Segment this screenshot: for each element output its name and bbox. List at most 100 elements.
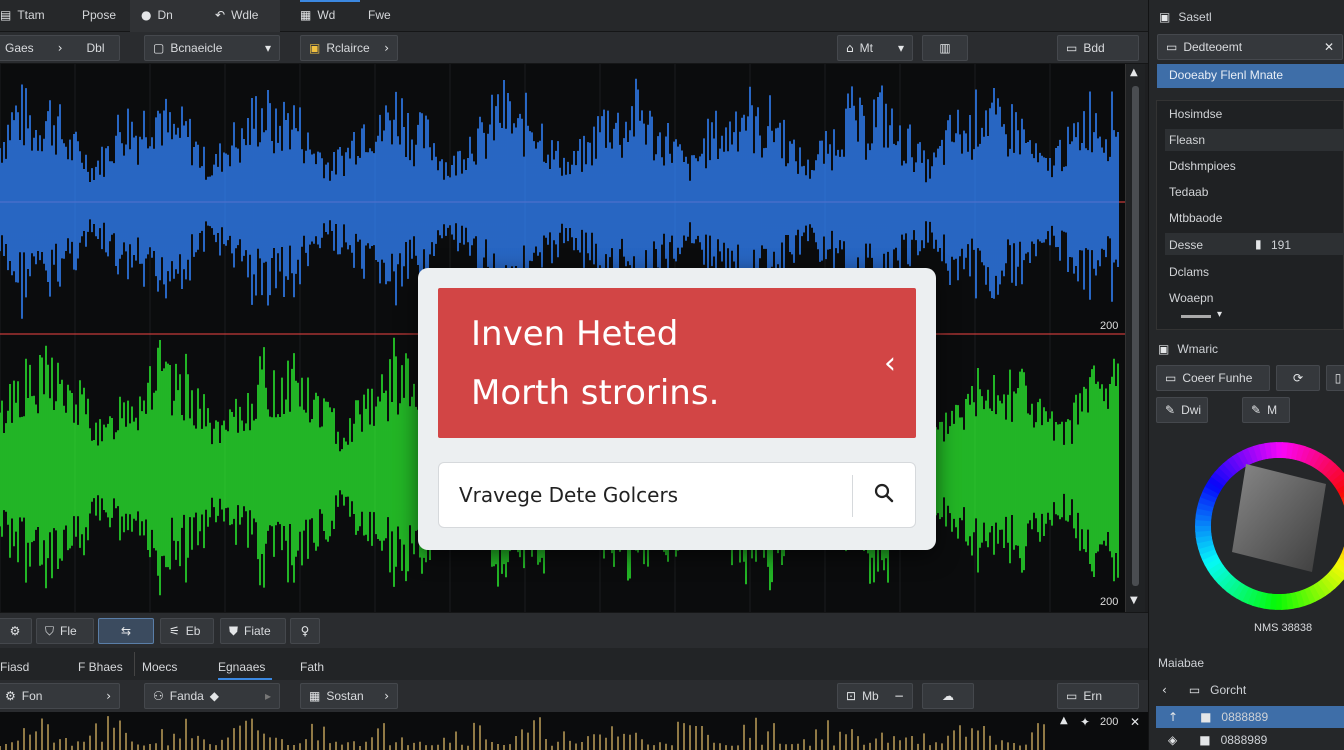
minus-icon: −: [893, 689, 904, 703]
menu-wd[interactable]: ▦ Wd: [300, 4, 335, 26]
square-icon: ▢: [153, 41, 165, 55]
chevron-left-icon[interactable]: ‹: [1162, 684, 1167, 696]
slider-handle-icon[interactable]: ▾: [1217, 310, 1222, 320]
scale-label-top: 200: [1100, 320, 1119, 332]
trash-icon: ▯: [1334, 371, 1342, 385]
chevron-right-icon: ›: [384, 41, 389, 55]
dialog-banner: Inven Heted Morth strorins. ‹: [438, 288, 916, 438]
edit-m-button[interactable]: ✎ M: [1242, 397, 1290, 423]
transport-fiate-button[interactable]: ⛊ Fiate: [220, 618, 286, 644]
slider-track[interactable]: [1181, 315, 1211, 318]
users-icon: ⚇: [153, 689, 164, 703]
up-arrow-icon: ↑: [1168, 710, 1179, 724]
asset-row-selected[interactable]: ↑ ■ 0888889: [1156, 706, 1344, 728]
refresh-button[interactable]: ⟳: [1276, 365, 1320, 391]
gear-icon: ⚙: [5, 689, 16, 703]
mini-waveform-path: [0, 716, 1045, 750]
right-panel-search[interactable]: ▭ Dedteoemt ✕: [1157, 34, 1343, 60]
transport-eb-button[interactable]: ⚟ Eb: [160, 618, 214, 644]
transport-mic-button[interactable]: ♀: [290, 618, 320, 644]
crop-icon: ⊡: [846, 689, 857, 703]
menu-file[interactable]: ▤ Ttam: [0, 4, 45, 26]
menu-dn[interactable]: ● Dn: [141, 4, 173, 26]
scroll-down-icon[interactable]: ▼: [1130, 596, 1138, 606]
mini-waveform[interactable]: ▲ ✦ 200 ✕: [0, 712, 1148, 750]
close-icon[interactable]: ✕: [1130, 716, 1140, 728]
transport-loop-button[interactable]: ⇆: [98, 618, 154, 644]
list-item[interactable]: Hosimdse: [1169, 107, 1222, 121]
panel-icon: ▣: [1159, 10, 1171, 24]
toolbar-view-dropdown[interactable]: ⌂ Mt ▾: [837, 35, 913, 61]
toolbar-gaes-button[interactable]: Gaes › Dbl: [0, 35, 120, 61]
up-arrow-icon[interactable]: ▲: [1060, 716, 1068, 726]
bottom-cloud-button[interactable]: ☁: [922, 683, 974, 709]
dialog-search-field[interactable]: Vravege Dete Golcers: [438, 462, 916, 528]
cloud-upload-icon: ☁: [942, 689, 954, 703]
menu-ppose[interactable]: Ppose: [82, 4, 116, 26]
list-item[interactable]: Tedaab: [1169, 185, 1208, 199]
doc-icon: ▣: [1158, 342, 1170, 356]
edit-dwi-button[interactable]: ✎ Dwi: [1156, 397, 1208, 423]
scroll-thumb[interactable]: [1132, 86, 1139, 586]
bottom-ern-button[interactable]: ▭ Ern: [1057, 683, 1139, 709]
close-icon[interactable]: ✕: [1324, 41, 1334, 53]
section-maiabae: Maiabae: [1158, 656, 1205, 670]
list-item[interactable]: Fleasn: [1169, 133, 1205, 147]
nav-row[interactable]: ‹ ▭ Gorcht: [1156, 678, 1344, 702]
list-item[interactable]: Mtbbaode: [1169, 211, 1222, 225]
list-item[interactable]: Dclams: [1169, 265, 1209, 279]
list-item[interactable]: Desse: [1169, 238, 1203, 252]
bottom-go-button[interactable]: ▦ Sostan ›: [300, 683, 398, 709]
refresh-icon: ⟳: [1292, 371, 1304, 385]
color-readout: NMS 38838: [1254, 622, 1313, 634]
transport-bar: ⚙ ⛉ Fle ⇆ ⚟ Eb ⛊ Fiate ♀: [0, 612, 1148, 648]
color-funhe-button[interactable]: ▭ Coeer Funhe: [1156, 365, 1270, 391]
doc-icon: ▮: [1255, 237, 1262, 251]
square-icon: ■: [1199, 733, 1211, 747]
window-icon: ▭: [1066, 689, 1078, 703]
toolbar-dropdown[interactable]: ▢ Bcnaeicle ▾: [144, 35, 280, 61]
list-item[interactable]: Ddshmpioes: [1169, 159, 1236, 173]
transport-settings-button[interactable]: ⚙: [0, 618, 32, 644]
square-icon: ■: [1200, 710, 1212, 724]
sliders-icon: ⚟: [169, 624, 180, 638]
transport-file-button[interactable]: ⛉ Fle: [36, 618, 94, 644]
asset-row[interactable]: ◈ ■ 0888989: [1156, 730, 1344, 750]
caret-down-icon: ▾: [264, 41, 271, 55]
mini-scale-label: 200: [1100, 716, 1119, 728]
toolbar-panel-button[interactable]: ▥: [922, 35, 968, 61]
gear-icon: ⚙: [9, 624, 21, 638]
scroll-up-icon[interactable]: ▲: [1130, 68, 1138, 78]
home-icon: ⌂: [846, 41, 854, 55]
trash-button[interactable]: ▯: [1326, 365, 1344, 391]
bottom-menu-egnaaes[interactable]: Egnaaes: [218, 656, 265, 678]
window-icon: ▭: [1066, 41, 1078, 55]
chevron-left-icon[interactable]: ‹: [884, 346, 896, 381]
mic-icon: ♀: [300, 624, 310, 638]
menu-underline: [300, 0, 360, 2]
bottom-menu-bhaes[interactable]: F Bhaes: [78, 656, 123, 678]
color-wheel[interactable]: [1194, 436, 1344, 616]
back-icon: ↶: [215, 8, 226, 22]
menu-wdle[interactable]: ↶ Wdle: [215, 4, 258, 26]
shield-icon: ⛉: [45, 624, 55, 638]
right-panel-header: ▣ Sasetl: [1159, 10, 1212, 24]
tag-icon: ⛊: [229, 624, 239, 638]
list-item[interactable]: Woaepn: [1169, 291, 1213, 305]
right-panel-selected[interactable]: Dooeaby Flenl Mnate: [1157, 64, 1344, 88]
grid-icon: ▦: [300, 8, 312, 22]
toolbar-bdd-button[interactable]: ▭ Bdd: [1057, 35, 1139, 61]
bottom-menu-moecs[interactable]: Moecs: [142, 656, 177, 678]
bottom-view-dropdown[interactable]: ⊡ Mb −: [837, 683, 913, 709]
vertical-scrollbar[interactable]: ▲ ▼: [1125, 64, 1145, 612]
bottom-menu-fath[interactable]: Fath: [300, 656, 324, 678]
bottom-fon-button[interactable]: ⚙ Fon ›: [0, 683, 120, 709]
window-icon: ▭: [1166, 40, 1178, 54]
bottom-track-dropdown[interactable]: ⚇ Fanda ◆ ▸: [144, 683, 280, 709]
toolbar-go-button[interactable]: ▣ Rclairce ›: [300, 35, 398, 61]
bottom-menu-fiasd[interactable]: Fiasd: [0, 656, 29, 678]
menu-fwe[interactable]: Fwe: [368, 4, 391, 26]
search-icon[interactable]: [873, 482, 895, 504]
image-icon: ▣: [309, 41, 321, 55]
toolbar: Gaes › Dbl ▢ Bcnaeicle ▾ ▣ Rclairce › ⌂ …: [0, 32, 1148, 64]
